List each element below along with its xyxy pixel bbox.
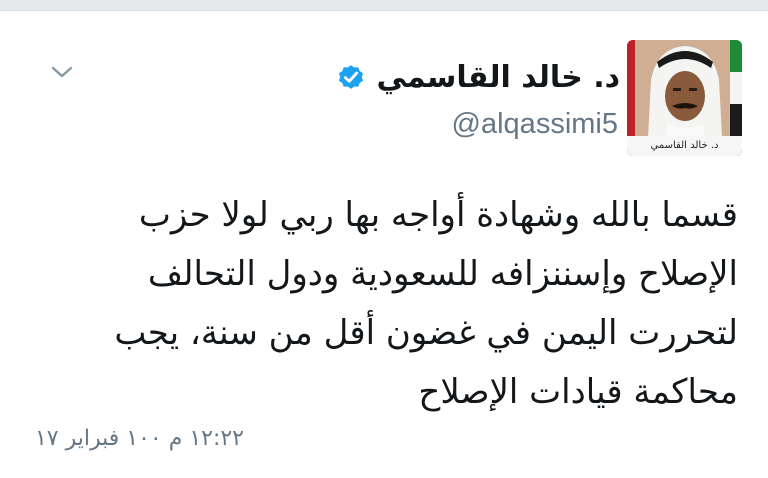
tweet-text: قسما بالله وشهادة أواجه بها ربي لولا حزب… bbox=[18, 186, 738, 422]
avatar[interactable]: د. خالد القاسمي bbox=[627, 40, 742, 156]
tweet-text-line: الإصلاح وإسننزافه للسعودية ودول التحالف bbox=[147, 254, 738, 294]
top-divider bbox=[0, 0, 768, 11]
tweet-text-line: لتحررت اليمن في غضون أقل من سنة، يجب bbox=[114, 313, 738, 353]
tweet-text-line: قسما بالله وشهادة أواجه بها ربي لولا حزب bbox=[138, 195, 738, 235]
author-handle[interactable]: @alqassimi5 bbox=[452, 108, 618, 141]
tweet-text-line: محاكمة قيادات الإصلاح bbox=[418, 372, 738, 412]
tweet-timestamp[interactable]: ١٢:٢٢ م ١٠٠ فبراير ١٧ bbox=[35, 426, 244, 451]
verified-badge-icon bbox=[339, 65, 364, 89]
chevron-down-icon[interactable] bbox=[44, 58, 80, 86]
author-display-name[interactable]: د. خالد القاسمي bbox=[376, 60, 620, 95]
avatar-caption: د. خالد القاسمي bbox=[627, 136, 742, 156]
author-name-row[interactable]: د. خالد القاسمي bbox=[336, 56, 620, 98]
